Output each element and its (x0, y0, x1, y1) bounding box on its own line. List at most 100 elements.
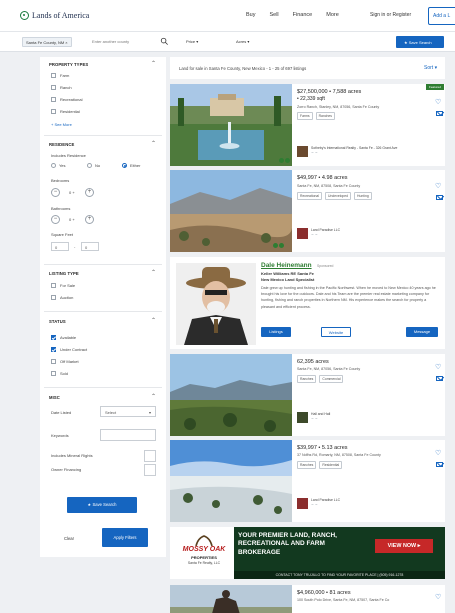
checkbox-off-market[interactable] (51, 359, 56, 364)
collapse-icon[interactable]: ⌃ (151, 140, 156, 147)
mineral-rights-toggle[interactable] (144, 450, 156, 462)
message-button[interactable]: Message (406, 327, 438, 337)
listing-agent[interactable]: Land Paradise LLC ~ ~ (297, 498, 340, 509)
checkbox-residential[interactable] (51, 109, 56, 114)
listings-button[interactable]: Listings (261, 327, 291, 337)
logo-subtitle: PROPERTIES (191, 555, 217, 560)
acres-dropdown[interactable]: Acres ▾ (236, 39, 249, 44)
radio-yes[interactable] (51, 163, 56, 168)
bedrooms-decrement-button[interactable]: − (51, 188, 60, 197)
agent-name-link[interactable]: Dale Heinemann (261, 262, 312, 269)
status-title: STATUS (49, 319, 66, 324)
email-icon[interactable] (436, 195, 443, 200)
logo-firm: Santa Fe Realty, LLC (187, 561, 221, 565)
radio-label-either: Either (130, 163, 141, 168)
agent-info: Land Paradise LLC ~ ~ (311, 228, 340, 237)
collapse-icon[interactable]: ⌃ (151, 393, 156, 400)
banner-headline: YOUR PREMIER LAND, RANCH, RECREATIONAL A… (238, 532, 337, 556)
listing-card[interactable]: Featured $27,500,000 • 7,588 acres • 22,… (170, 84, 445, 166)
listing-agent[interactable]: Sotheby's International Realty - Santa F… (297, 146, 397, 157)
sqft-min-input[interactable]: 0 (51, 242, 69, 251)
featured-badge: Featured (426, 84, 444, 90)
apply-filters-button[interactable]: Apply Filters (102, 528, 148, 547)
email-icon[interactable] (436, 111, 443, 116)
nav-link-sell[interactable]: Sell (269, 12, 278, 18)
location-chip[interactable]: Santa Fe County, NM × (22, 37, 72, 47)
owner-financing-toggle[interactable] (144, 464, 156, 476)
listing-card[interactable]: $49,997 • 4.98 acres Santa Fe, NM, 87508… (170, 170, 445, 252)
agent-name: Land Paradise LLC (311, 498, 341, 502)
listing-card[interactable]: $4,960,000 • 81 acres 100 South Polo Dri… (170, 585, 445, 613)
listing-photo[interactable] (170, 585, 292, 613)
listing-photo[interactable] (170, 354, 292, 436)
checkbox-under-contract[interactable] (51, 347, 56, 352)
favorite-heart-icon[interactable]: ♡ (435, 449, 441, 457)
chip-close-icon[interactable]: × (65, 40, 67, 45)
keywords-input[interactable] (100, 429, 156, 441)
add-listing-button[interactable]: Add a L (428, 7, 455, 25)
signin-link[interactable]: Sign in or Register (370, 12, 411, 18)
nav-link-more[interactable]: More (326, 12, 339, 18)
site-logo[interactable]: Lands of America (20, 11, 89, 20)
checkbox-farm[interactable] (51, 73, 56, 78)
listing-card[interactable]: 62,395 acres Santa Fe, NM, 87056, Santa … (170, 354, 445, 436)
agent-promo-card[interactable]: Dale Heinemann Sponsored Keller Williams… (170, 257, 445, 349)
listing-agent[interactable]: Land Paradise LLC ~ ~ (297, 228, 340, 239)
favorite-heart-icon[interactable]: ♡ (435, 593, 441, 601)
favorite-heart-icon[interactable]: ♡ (435, 98, 441, 106)
email-icon[interactable] (436, 376, 443, 381)
advertisement-banner[interactable]: MOSSY OAK PROPERTIES Santa Fe Realty, LL… (170, 527, 445, 579)
radio-no[interactable] (87, 163, 92, 168)
checkbox-ranch[interactable] (51, 85, 56, 90)
divider (44, 135, 162, 136)
see-more-link[interactable]: + See More (51, 122, 72, 127)
checkbox-recreational[interactable] (51, 97, 56, 102)
save-search-button-top[interactable]: ★ Save Search (396, 36, 444, 48)
date-listed-select[interactable]: Select ▾ (100, 406, 156, 417)
email-icon[interactable] (436, 462, 443, 467)
sqft-max-input[interactable]: 0 (81, 242, 99, 251)
collapse-icon[interactable]: ⌃ (151, 60, 156, 67)
favorite-heart-icon[interactable]: ♡ (435, 182, 441, 190)
logo-text: Lands of America (32, 11, 90, 20)
search-icon[interactable] (160, 37, 169, 46)
agent-signature-icon: ~ ~ (311, 150, 318, 155)
agent-description: Dale grew up hunting and fishing in the … (261, 286, 436, 309)
clear-button[interactable]: Clear (51, 533, 87, 545)
listing-photo[interactable] (170, 170, 292, 252)
save-search-button[interactable]: ★ Save Search (67, 497, 137, 513)
checkbox-sold[interactable] (51, 371, 56, 376)
collapse-icon[interactable]: ⌃ (151, 317, 156, 324)
listing-photo[interactable] (170, 84, 292, 166)
agent-name: Sotheby's International Realty - Santa F… (311, 146, 398, 150)
location-input[interactable]: Enter another county (92, 39, 129, 44)
bathrooms-increment-button[interactable]: + (85, 215, 94, 224)
agent-signature-icon: ~ ~ (311, 502, 318, 507)
listing-address: 37 Ndfhs Rd, Romarty, NM, 87508, Santa F… (297, 453, 381, 457)
listing-tag: Ranches (297, 375, 317, 383)
top-nav: Lands of America Buy Sell Finance More S… (0, 0, 455, 32)
nav-link-finance[interactable]: Finance (293, 12, 313, 18)
bathrooms-decrement-button[interactable]: − (51, 215, 60, 224)
listing-photo[interactable] (170, 440, 292, 522)
listing-agent[interactable]: Hall and Hall ~ ~ (297, 412, 330, 423)
logo-icon (20, 11, 29, 20)
price-dropdown[interactable]: Price ▾ (186, 39, 198, 44)
photo-indicator (273, 243, 278, 248)
sort-dropdown[interactable]: Sort ▾ (424, 65, 437, 71)
listing-card[interactable]: $39,997 • 5.13 acres 37 Ndfhs Rd, Romart… (170, 440, 445, 522)
view-now-button[interactable]: VIEW NOW ▸ (375, 539, 433, 553)
listing-price: $39,997 • 5.13 acres (297, 445, 348, 451)
sqft-label: Square Feet (51, 232, 74, 237)
bedrooms-increment-button[interactable]: + (85, 188, 94, 197)
checkbox-auction[interactable] (51, 295, 56, 300)
nav-link-buy[interactable]: Buy (246, 12, 255, 18)
checkbox-available[interactable] (51, 335, 56, 340)
listing-tags: Ranches Residential (297, 461, 343, 469)
website-button[interactable]: Website (321, 327, 351, 337)
checkbox-for-sale[interactable] (51, 283, 56, 288)
radio-either[interactable] (122, 163, 127, 168)
collapse-icon[interactable]: ⌃ (151, 269, 156, 276)
favorite-heart-icon[interactable]: ♡ (435, 363, 441, 371)
date-listed-label: Date Listed (51, 410, 72, 415)
